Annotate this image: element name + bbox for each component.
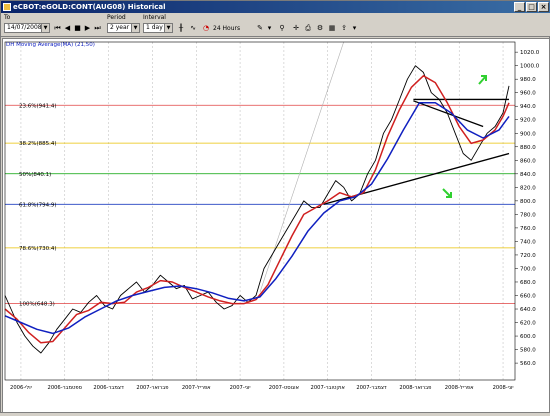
fib-label: 78.6%(730.4) bbox=[19, 246, 57, 252]
y-tick-label: 1000.0 bbox=[520, 64, 540, 70]
y-tick-label: 660.0 bbox=[520, 294, 536, 300]
y-tick-label: 580.0 bbox=[520, 348, 536, 354]
interval-label: Interval bbox=[143, 14, 166, 21]
to-label: To bbox=[4, 14, 11, 21]
x-tick-label: 2007-אוגוסט bbox=[269, 385, 299, 391]
to-date-value: 14/07/2008 bbox=[7, 24, 42, 31]
x-tick-label: 2006-דצמבר bbox=[93, 385, 124, 391]
chevron-down-icon: ▼ bbox=[41, 24, 49, 32]
x-tick-label: 2006-ספטמבר bbox=[48, 385, 83, 391]
y-tick-label: 1020.0 bbox=[520, 50, 540, 56]
fib-label: 61.8%(794.9) bbox=[19, 202, 57, 208]
export-icon[interactable]: ⇪ bbox=[339, 23, 349, 34]
stop-icon[interactable]: ■ bbox=[73, 23, 82, 34]
title-bar: eCBOT:eGOLD:CONT(AUG08) Historical _ □ × bbox=[1, 1, 550, 13]
print-icon[interactable]: ⎙ bbox=[303, 23, 313, 34]
close-icon[interactable]: × bbox=[538, 2, 549, 12]
y-tick-label: 680.0 bbox=[520, 280, 536, 286]
window-title: eCBOT:eGOLD:CONT(AUG08) Historical bbox=[13, 3, 166, 11]
fib-label: 23.6%(941.4) bbox=[19, 103, 57, 109]
y-tick-label: 920.0 bbox=[520, 118, 536, 124]
y-tick-label: 720.0 bbox=[520, 253, 536, 259]
x-tick-label: 2007-אפריל bbox=[182, 385, 211, 391]
line-style-icon[interactable]: ∿ bbox=[188, 23, 198, 34]
y-tick-label: 640.0 bbox=[520, 307, 536, 313]
maximize-icon[interactable]: □ bbox=[526, 2, 537, 12]
period-label: Period bbox=[107, 14, 126, 21]
y-tick-label: 740.0 bbox=[520, 239, 536, 245]
first-icon[interactable]: ⏮ bbox=[53, 23, 62, 34]
clock-icon[interactable]: ◔ bbox=[201, 23, 211, 34]
settings-icon[interactable]: ⚙ bbox=[315, 23, 325, 34]
fib-label: 50%(840.1) bbox=[19, 172, 51, 178]
fib-label: 100%(648.3) bbox=[19, 301, 55, 307]
fib-label: 38.2%(885.4) bbox=[19, 141, 57, 147]
chevron-down-icon[interactable]: ▾ bbox=[351, 23, 358, 34]
draw-tool-icon[interactable]: ✎ bbox=[255, 23, 265, 34]
crosshair-icon[interactable]: ✛ bbox=[291, 23, 301, 34]
x-tick-label: 2007-יוני bbox=[230, 385, 251, 391]
minimize-icon[interactable]: _ bbox=[514, 2, 525, 12]
to-date-field[interactable]: 14/07/2008 ▼ bbox=[4, 23, 50, 33]
y-tick-label: 880.0 bbox=[520, 145, 536, 151]
x-tick-label: 2007-דצמבר bbox=[356, 385, 387, 391]
y-tick-label: 700.0 bbox=[520, 266, 536, 272]
x-tick-label: 2007-פברואר bbox=[136, 385, 168, 391]
chevron-down-icon: ▼ bbox=[131, 24, 139, 32]
prev-icon[interactable]: ◀ bbox=[63, 23, 72, 34]
chart-window: eCBOT:eGOLD:CONT(AUG08) Historical _ □ ×… bbox=[0, 0, 550, 413]
toolbar: To 14/07/2008 ▼ ⏮ ◀ ■ ▶ ⏭ Period 2 year … bbox=[1, 13, 550, 37]
chevron-down-icon: ▼ bbox=[164, 24, 172, 32]
period-value: 2 year bbox=[110, 24, 130, 31]
y-tick-label: 960.0 bbox=[520, 91, 536, 97]
y-tick-label: 780.0 bbox=[520, 212, 536, 218]
y-tick-label: 840.0 bbox=[520, 172, 536, 178]
price-chart: DH Moving Average(MA) (21,50) 23.6%(941.… bbox=[3, 39, 549, 412]
chart-panel: DH Moving Average(MA) (21,50) 23.6%(941.… bbox=[2, 38, 550, 413]
y-tick-label: 820.0 bbox=[520, 185, 536, 191]
interval-value: 1 day bbox=[146, 24, 163, 31]
interval-select[interactable]: 1 day ▼ bbox=[143, 23, 173, 33]
y-tick-label: 900.0 bbox=[520, 131, 536, 137]
zoom-icon[interactable]: ⚲ bbox=[277, 23, 287, 34]
study-label: DH Moving Average(MA) (21,50) bbox=[6, 42, 95, 48]
last-icon[interactable]: ⏭ bbox=[93, 23, 102, 34]
chart-background bbox=[3, 39, 549, 412]
x-tick-label: 2008-יוני bbox=[493, 385, 514, 391]
x-tick-label: 2008-אפריל bbox=[445, 385, 474, 391]
next-icon[interactable]: ▶ bbox=[83, 23, 92, 34]
hours-toggle[interactable]: 24 Hours bbox=[213, 25, 240, 32]
y-tick-label: 620.0 bbox=[520, 321, 536, 327]
x-tick-label: 2008-פברואר bbox=[399, 385, 431, 391]
chevron-down-icon[interactable]: ▾ bbox=[266, 23, 273, 34]
y-tick-label: 560.0 bbox=[520, 361, 536, 367]
y-tick-label: 860.0 bbox=[520, 158, 536, 164]
y-tick-label: 760.0 bbox=[520, 226, 536, 232]
y-tick-label: 980.0 bbox=[520, 77, 536, 83]
y-tick-label: 940.0 bbox=[520, 104, 536, 110]
y-tick-label: 800.0 bbox=[520, 199, 536, 205]
period-select[interactable]: 2 year ▼ bbox=[107, 23, 140, 33]
app-icon bbox=[3, 3, 11, 11]
y-tick-label: 600.0 bbox=[520, 334, 536, 340]
x-tick-label: 2007-אוקטובר bbox=[311, 385, 345, 391]
x-tick-label: 2006-יולי bbox=[10, 385, 32, 391]
bar-style-icon[interactable]: ╫ bbox=[176, 23, 186, 34]
grid-icon[interactable]: ▦ bbox=[327, 23, 337, 34]
